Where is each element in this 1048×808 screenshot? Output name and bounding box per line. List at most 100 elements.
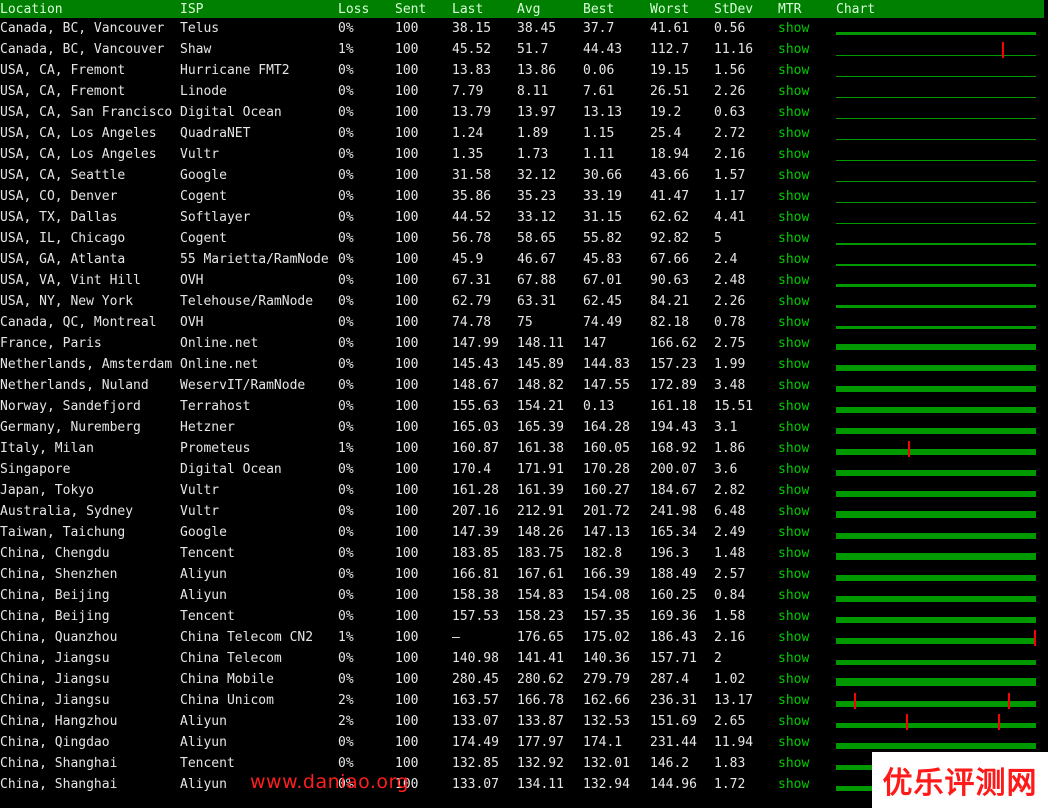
cell-sent: 100	[395, 504, 419, 519]
cell-isp: Tencent	[180, 546, 235, 561]
mtr-show-link[interactable]: show	[778, 102, 836, 123]
cell-avg: 183.75	[517, 546, 564, 561]
mtr-show-link[interactable]: show	[778, 39, 836, 60]
cell-isp: Vultr	[180, 147, 220, 162]
mtr-show-link[interactable]: show	[778, 459, 836, 480]
mtr-show-link[interactable]: show	[778, 165, 836, 186]
cell-best: 182.8	[583, 546, 623, 561]
mtr-show-link[interactable]: show	[778, 249, 836, 270]
cell-best: 160.05	[583, 441, 630, 456]
mtr-show-link[interactable]: show	[778, 18, 836, 39]
cell-worst: 168.92	[650, 441, 697, 456]
mtr-show-link[interactable]: show	[778, 774, 836, 795]
mtr-show-link[interactable]: show	[778, 690, 836, 711]
mtr-show-link[interactable]: show	[778, 207, 836, 228]
cell-isp: Telehouse/RamNode	[180, 294, 314, 309]
mtr-show-link[interactable]: show	[778, 606, 836, 627]
mtr-show-link[interactable]: show	[778, 60, 836, 81]
cell-stdev: 0.63	[714, 105, 746, 120]
mtr-show-link[interactable]: show	[778, 333, 836, 354]
cell-isp: Cogent	[180, 231, 227, 246]
latency-sparkline	[836, 406, 1036, 413]
mtr-show-link[interactable]: show	[778, 144, 836, 165]
mtr-show-link[interactable]: show	[778, 501, 836, 522]
cell-isp: Terrahost	[180, 399, 251, 414]
mtr-show-link[interactable]: show	[778, 669, 836, 690]
mtr-show-link[interactable]: show	[778, 396, 836, 417]
latency-sparkline	[836, 364, 1036, 371]
cell-stdev: 1.48	[714, 546, 746, 561]
mtr-show-link[interactable]: show	[778, 648, 836, 669]
cell-last: 183.85	[452, 546, 499, 561]
cell-isp: Vultr	[180, 504, 220, 519]
cell-avg: 13.86	[517, 63, 557, 78]
mtr-show-link[interactable]: show	[778, 585, 836, 606]
mtr-show-link[interactable]: show	[778, 123, 836, 144]
cell-worst: 151.69	[650, 714, 697, 729]
latency-bar	[836, 75, 1036, 77]
table-row: China, Jiangsu China Mobile 0% 100 280.45 280…	[0, 669, 1044, 690]
cell-avg: 75	[517, 315, 533, 330]
cell-sent: 100	[395, 609, 419, 624]
latency-sparkline	[836, 574, 1036, 581]
mtr-show-link[interactable]: show	[778, 375, 836, 396]
mtr-show-link[interactable]: show	[778, 543, 836, 564]
mtr-show-link[interactable]: show	[778, 228, 836, 249]
latency-bar	[836, 490, 1036, 497]
cell-loss: 0%	[338, 588, 354, 603]
latency-bar	[836, 700, 1036, 707]
cell-sent: 100	[395, 714, 419, 729]
mtr-show-link[interactable]: show	[778, 312, 836, 333]
cell-loss: 0%	[338, 147, 354, 162]
cell-isp: Hetzner	[180, 420, 235, 435]
cell-isp: Digital Ocean	[180, 462, 282, 477]
cell-worst: 196.3	[650, 546, 690, 561]
loss-spike	[906, 713, 908, 730]
header-mtr: MTR	[778, 1, 802, 17]
mtr-show-link[interactable]: show	[778, 627, 836, 648]
mtr-show-link[interactable]: show	[778, 522, 836, 543]
cell-isp: China Unicom	[180, 693, 274, 708]
mtr-show-link[interactable]: show	[778, 480, 836, 501]
mtr-show-link[interactable]: show	[778, 186, 836, 207]
header-avg: Avg	[517, 1, 541, 17]
mtr-show-link[interactable]: show	[778, 564, 836, 585]
cell-location: Italy, Milan	[0, 441, 94, 456]
cell-isp: Linode	[180, 84, 227, 99]
latency-bar	[836, 385, 1036, 392]
latency-sparkline	[836, 692, 1036, 709]
mtr-show-link[interactable]: show	[778, 711, 836, 732]
cell-location: USA, NY, New York	[0, 294, 134, 309]
header-best: Best	[583, 1, 615, 17]
cell-best: 33.19	[583, 189, 623, 204]
cell-worst: 41.61	[650, 21, 690, 36]
mtr-show-link[interactable]: show	[778, 417, 836, 438]
mtr-show-link[interactable]: show	[778, 291, 836, 312]
table-row: USA, CA, Los Angeles Vultr 0% 100 1.35 1.73 1.…	[0, 144, 1044, 165]
mtr-show-link[interactable]: show	[778, 732, 836, 753]
cell-worst: 188.49	[650, 567, 697, 582]
cell-isp: Aliyun	[180, 567, 227, 582]
mtr-show-link[interactable]: show	[778, 354, 836, 375]
mtr-show-link[interactable]: show	[778, 270, 836, 291]
latency-sparkline	[836, 385, 1036, 392]
chart-cell	[836, 669, 1044, 690]
chart-cell	[836, 396, 1044, 417]
mtr-show-link[interactable]: show	[778, 753, 836, 774]
mtr-results-table: Location ISP Loss Sent Last Avg Best Wor…	[0, 0, 1044, 795]
chart-cell	[836, 585, 1044, 606]
cell-loss: 0%	[338, 525, 354, 540]
cell-avg: 166.78	[517, 693, 564, 708]
cell-best: 1.15	[583, 126, 615, 141]
chart-cell	[836, 270, 1044, 291]
cell-last: 148.67	[452, 378, 499, 393]
mtr-show-link[interactable]: show	[778, 81, 836, 102]
chart-cell	[836, 354, 1044, 375]
mtr-show-link[interactable]: show	[778, 438, 836, 459]
cell-stdev: 0.78	[714, 315, 746, 330]
cell-stdev: 2	[714, 651, 722, 666]
cell-avg: 67.88	[517, 273, 557, 288]
header-stdev: StDev	[714, 1, 754, 17]
watermark-right: 优乐评测网	[872, 752, 1048, 808]
latency-sparkline	[836, 440, 1036, 457]
